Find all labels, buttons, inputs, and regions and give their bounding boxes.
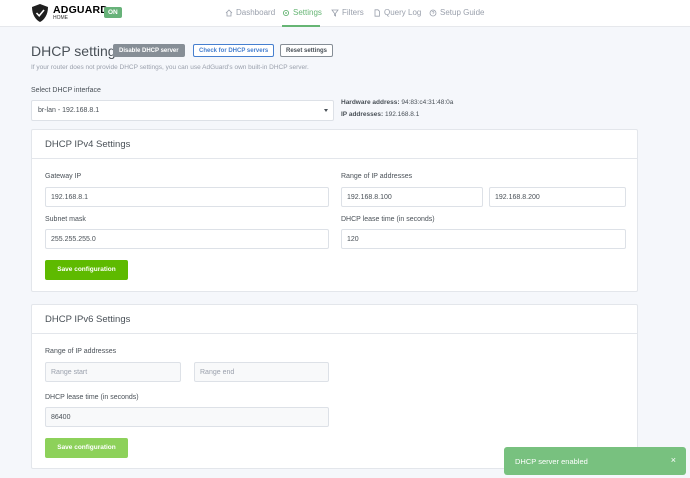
ipv4-lease-time-label: DHCP lease time (in seconds)	[341, 216, 435, 223]
subnet-mask-input[interactable]: 255.255.255.0	[45, 229, 329, 249]
ipv4-lease-time-input[interactable]: 120	[341, 229, 626, 249]
gateway-ip-label: Gateway IP	[45, 173, 82, 180]
top-header: ADGUARD HOME ON Dashboard Settings Filte…	[0, 0, 690, 27]
nav-query-log-label: Query Log	[384, 8, 422, 17]
ipv6-save-button[interactable]: Save configuration	[45, 438, 128, 458]
logo-subtitle: HOME	[53, 15, 68, 22]
disable-dhcp-button[interactable]: Disable DHCP server	[113, 44, 185, 57]
help-icon	[429, 9, 437, 16]
home-icon	[225, 8, 233, 16]
ipv6-range-end-input[interactable]: Range end	[194, 362, 329, 382]
ipv4-range-start-input[interactable]: 192.168.8.100	[341, 187, 483, 207]
document-icon	[374, 8, 380, 17]
ipv4-settings-card: DHCP IPv4 Settings Gateway IP 192.168.8.…	[31, 129, 638, 292]
ipv4-range-end-input[interactable]: 192.168.8.200	[489, 187, 626, 207]
hardware-address-label: Hardware address:	[341, 99, 400, 106]
nav-query-log[interactable]: Query Log	[373, 8, 421, 17]
subnet-mask-label: Subnet mask	[45, 216, 86, 223]
status-badge: ON	[104, 7, 122, 18]
ipv6-lease-time-input[interactable]: 86400	[45, 407, 329, 427]
ip-addresses-label: IP addresses:	[341, 111, 384, 118]
ipv4-save-button[interactable]: Save configuration	[45, 260, 128, 280]
interface-label: Select DHCP interface	[31, 87, 101, 94]
ipv4-range-label: Range of IP addresses	[341, 173, 413, 180]
interface-select[interactable]: br-lan - 192.168.8.1	[31, 100, 334, 121]
ipv6-range-start-input[interactable]: Range start	[45, 362, 181, 382]
page-description: If your router does not provide DHCP set…	[31, 64, 309, 71]
adguard-logo[interactable]: ADGUARD HOME	[32, 4, 108, 22]
ipv6-card-header: DHCP IPv6 Settings	[32, 305, 637, 334]
nav-settings[interactable]: Settings	[282, 8, 322, 17]
nav-settings-label: Settings	[293, 8, 322, 17]
interface-select-value: br-lan - 192.168.8.1	[38, 107, 100, 114]
page-title: DHCP settings	[31, 43, 123, 59]
nav-setup-guide[interactable]: Setup Guide	[429, 8, 484, 17]
gateway-ip-input[interactable]: 192.168.8.1	[45, 187, 329, 207]
ip-addresses-value: 192.168.8.1	[384, 111, 420, 118]
toast-message: DHCP server enabled	[515, 457, 588, 466]
nav-dashboard-label: Dashboard	[236, 8, 276, 17]
logo-title: ADGUARD	[53, 3, 109, 16]
settings-icon	[282, 9, 290, 16]
nav-filters[interactable]: Filters	[331, 8, 364, 17]
nav-setup-guide-label: Setup Guide	[440, 8, 485, 17]
nav-filters-label: Filters	[342, 8, 364, 17]
ipv6-settings-card: DHCP IPv6 Settings Range of IP addresses…	[31, 304, 638, 469]
nav-active-indicator	[282, 25, 320, 27]
shield-logo-icon	[32, 4, 48, 22]
toast-notification: DHCP server enabled ×	[504, 447, 686, 475]
hardware-address-value: 94:83:c4:31:48:0a	[401, 99, 454, 106]
reset-settings-button[interactable]: Reset settings	[280, 44, 334, 57]
hardware-address: Hardware address: 94:83:c4:31:48:0a	[341, 99, 453, 106]
ipv4-card-header: DHCP IPv4 Settings	[32, 130, 637, 159]
ipv6-card-title: DHCP IPv6 Settings	[45, 314, 131, 325]
close-icon[interactable]: ×	[671, 455, 676, 465]
chevron-down-icon	[324, 109, 328, 112]
nav-dashboard[interactable]: Dashboard	[225, 8, 275, 17]
check-dhcp-servers-button[interactable]: Check for DHCP servers	[193, 44, 275, 57]
filter-icon	[331, 9, 339, 17]
ipv4-card-title: DHCP IPv4 Settings	[45, 139, 131, 150]
ipv6-lease-time-label: DHCP lease time (in seconds)	[45, 394, 139, 401]
ipv6-range-label: Range of IP addresses	[45, 348, 117, 355]
ip-addresses: IP addresses: 192.168.8.1	[341, 111, 419, 118]
